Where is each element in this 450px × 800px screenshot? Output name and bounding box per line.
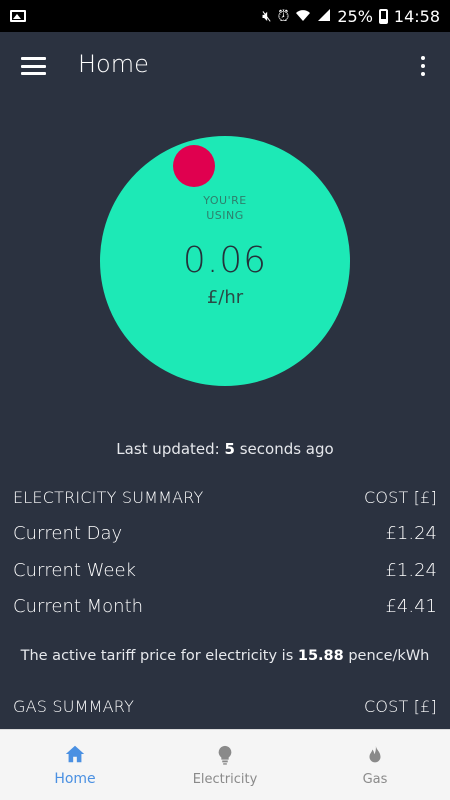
- usage-value: 0.06: [182, 240, 268, 281]
- status-bar: 🔇︎ ⏰︎ 25% 14:58: [0, 0, 450, 32]
- usage-unit: £/hr: [206, 287, 244, 308]
- summary-row-current-week: Current Week £1.24: [13, 560, 437, 581]
- summary-row-label: Current Week: [13, 560, 136, 581]
- signal-icon: [317, 8, 331, 25]
- summary-row-label: Current Month: [13, 596, 144, 617]
- tariff-suffix: pence/kWh: [343, 648, 430, 664]
- last-updated-prefix: Last updated:: [116, 440, 225, 458]
- nav-item-home[interactable]: Home: [0, 730, 150, 800]
- nav-item-gas[interactable]: Gas: [300, 730, 450, 800]
- tariff-info: The active tariff price for electricity …: [0, 648, 450, 664]
- electricity-summary-header: ELECTRICITY SUMMARY COST [£]: [13, 488, 437, 507]
- summary-row-value: £1.24: [385, 560, 437, 581]
- summary-row-label: Current Day: [13, 523, 123, 544]
- app-bar: Home: [0, 32, 450, 100]
- usage-caption: YOU'RE USING: [100, 193, 350, 223]
- last-updated-value: 5: [224, 440, 235, 458]
- battery-percent: 25%: [337, 6, 373, 26]
- gas-cost-header: COST [£]: [363, 697, 437, 716]
- home-icon: [65, 745, 85, 763]
- overflow-menu-icon[interactable]: [420, 56, 426, 76]
- last-updated-suffix: seconds ago: [234, 440, 334, 458]
- nav-label-electricity: Electricity: [192, 771, 258, 787]
- status-time: 14:58: [393, 6, 440, 26]
- lightbulb-icon: [218, 745, 232, 765]
- usage-caption-line1: YOU'RE: [203, 194, 247, 207]
- image-notification-icon: [10, 10, 26, 22]
- summary-row-current-day: Current Day £1.24: [13, 523, 437, 544]
- status-left: [10, 10, 26, 22]
- flame-icon: [369, 745, 381, 762]
- summary-row-value: £1.24: [385, 523, 437, 544]
- usage-indicator-dot: [173, 145, 215, 187]
- alarm-icon: ⏰︎: [277, 6, 290, 25]
- last-updated: Last updated: 5 seconds ago: [0, 440, 450, 458]
- tariff-value: 15.88: [297, 648, 344, 664]
- menu-icon[interactable]: [21, 57, 46, 75]
- electricity-cost-header: COST [£]: [363, 488, 437, 507]
- usage-caption-line2: USING: [206, 209, 244, 222]
- electricity-summary-title: ELECTRICITY SUMMARY: [13, 488, 204, 507]
- bottom-nav: Home Electricity Gas: [0, 729, 450, 800]
- status-right: 🔇︎ ⏰︎ 25% 14:58: [262, 7, 440, 26]
- summary-row-value: £4.41: [385, 596, 437, 617]
- nav-label-gas: Gas: [362, 771, 388, 787]
- summary-row-current-month: Current Month £4.41: [13, 596, 437, 617]
- gas-summary-title: GAS SUMMARY: [13, 697, 135, 716]
- nav-item-electricity[interactable]: Electricity: [150, 730, 300, 800]
- tariff-prefix: The active tariff price for electricity …: [20, 648, 298, 664]
- battery-icon: [378, 8, 388, 24]
- nav-label-home: Home: [54, 771, 96, 787]
- gas-summary-header: GAS SUMMARY COST [£]: [13, 697, 437, 716]
- page-title: Home: [78, 50, 149, 78]
- wifi-icon: [295, 8, 311, 25]
- mute-icon: 🔇︎: [262, 6, 272, 25]
